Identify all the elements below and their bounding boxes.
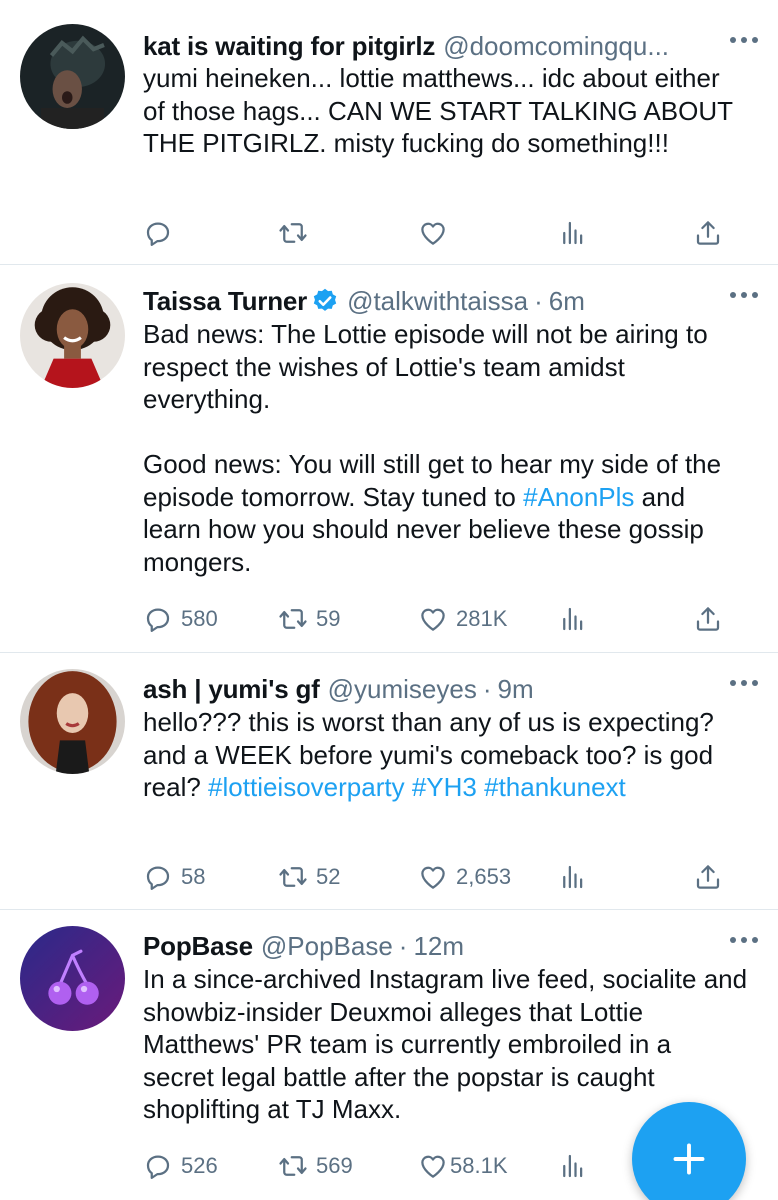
tweet-header: Taissa Turner @talkwithtaissa · 6m: [143, 283, 758, 319]
reply-button[interactable]: 526: [143, 1146, 218, 1186]
like-button[interactable]: [418, 213, 448, 253]
avatar[interactable]: [20, 24, 125, 129]
tweet-paragraph: Good news: You will still get to hear my…: [143, 448, 748, 578]
tweet-text: yumi heineken... lottie matthews... idc …: [143, 62, 748, 160]
stats-button[interactable]: [558, 599, 588, 639]
retweet-icon: [279, 223, 307, 243]
like-count: 281K: [456, 606, 508, 631]
reply-button[interactable]: [143, 213, 173, 253]
retweet-icon: [279, 867, 307, 887]
tweet-2[interactable]: Taissa Turner @talkwithtaissa · 6m Bad n…: [0, 265, 778, 653]
hashtag-link[interactable]: #AnonPls: [523, 482, 634, 512]
more-icon[interactable]: [730, 934, 758, 946]
tweet-header: ash | yumi's gf @yumiseyes · 9m: [143, 671, 758, 707]
stats-button[interactable]: [558, 857, 588, 897]
tweet-paragraph: Bad news: The Lottie episode will not be…: [143, 319, 708, 414]
heart-icon: [421, 222, 445, 245]
reply-icon: [146, 608, 170, 632]
popbase-logo: [20, 926, 125, 1031]
stats-icon: [563, 221, 583, 245]
display-name[interactable]: PopBase: [143, 931, 253, 962]
heart-icon: [421, 1155, 445, 1178]
heart-icon: [421, 608, 445, 631]
stats-icon: [563, 865, 583, 889]
retweet-count: 52: [316, 864, 341, 889]
reply-button[interactable]: 58: [143, 857, 205, 897]
retweet-button[interactable]: [278, 213, 308, 253]
user-handle[interactable]: @doomcomingqu...: [443, 31, 669, 62]
tweet-text-line: yumi heineken... lottie matthews... idc …: [143, 63, 733, 158]
dot-separator: ·: [534, 285, 543, 316]
like-count: 58.1K: [450, 1153, 508, 1178]
avatar-image: [20, 669, 125, 774]
retweet-count: 569: [316, 1153, 353, 1178]
stats-button[interactable]: [558, 213, 588, 253]
tweet-text: Bad news: The Lottie episode will not be…: [143, 318, 748, 578]
timestamp[interactable]: 12m: [413, 931, 464, 962]
timestamp[interactable]: 6m: [549, 286, 585, 317]
more-icon[interactable]: [730, 289, 758, 301]
tweet-text: hello??? this is worst than any of us is…: [143, 706, 748, 804]
tweet-1[interactable]: kat is waiting for pitgirlz @doomcomingq…: [0, 0, 778, 265]
more-icon[interactable]: [730, 677, 758, 689]
avatar[interactable]: [20, 669, 125, 774]
retweet-icon: [279, 1156, 307, 1176]
compose-plus-icon: [673, 1143, 705, 1175]
display-name[interactable]: Taissa Turner: [143, 286, 307, 317]
like-button[interactable]: 2,653: [418, 857, 511, 897]
retweet-icon: [279, 609, 307, 629]
stats-icon: [563, 1154, 583, 1178]
reply-icon: [146, 866, 170, 890]
share-button[interactable]: [693, 857, 723, 897]
share-button[interactable]: [693, 599, 723, 639]
reply-count: 58: [181, 864, 206, 889]
share-icon: [696, 607, 720, 631]
heart-icon: [421, 866, 445, 889]
retweet-button[interactable]: 59: [278, 599, 340, 639]
like-count: 2,653: [456, 864, 512, 889]
hashtag-link[interactable]: #thankunext: [484, 772, 626, 802]
verified-badge-icon: [313, 288, 337, 311]
tweet-header: kat is waiting for pitgirlz @doomcomingq…: [143, 28, 758, 64]
like-button[interactable]: 58.1K: [418, 1146, 508, 1186]
stats-icon: [563, 607, 583, 631]
share-icon: [696, 221, 720, 245]
like-button[interactable]: 281K: [418, 599, 507, 639]
retweet-button[interactable]: 52: [278, 857, 340, 897]
tweet-text: In a since-archived Instagram live feed,…: [143, 963, 748, 1126]
display-name[interactable]: kat is waiting for pitgirlz: [143, 31, 435, 62]
tweet-actions: [143, 213, 743, 253]
hashtag-link[interactable]: #YH3: [412, 772, 477, 802]
reply-count: 580: [181, 606, 218, 631]
reply-count: 526: [181, 1153, 218, 1178]
share-button[interactable]: [693, 213, 723, 253]
retweet-button[interactable]: 569: [278, 1146, 353, 1186]
timestamp[interactable]: 9m: [498, 674, 534, 705]
dot-separator: ·: [482, 673, 492, 704]
reply-icon: [146, 1155, 170, 1179]
reply-button[interactable]: 580: [143, 599, 218, 639]
avatar-image: [20, 24, 125, 129]
tweet-text-line: In a since-archived Instagram live feed,…: [143, 964, 748, 1124]
user-handle[interactable]: @PopBase: [261, 931, 393, 962]
hashtag-link[interactable]: #lottieisoverparty: [208, 772, 405, 802]
retweet-count: 59: [316, 606, 341, 631]
reply-icon: [146, 222, 170, 246]
tweet-header: PopBase @PopBase · 12m: [143, 928, 758, 964]
tweet-actions: 58 52 2,653: [143, 857, 743, 897]
avatar[interactable]: [20, 283, 125, 388]
dot-separator: ·: [398, 930, 408, 961]
share-icon: [696, 865, 720, 889]
stats-button[interactable]: [558, 1146, 588, 1186]
user-handle[interactable]: @talkwithtaissa: [347, 286, 528, 317]
display-name[interactable]: ash | yumi's gf: [143, 674, 320, 705]
tweet-actions: 580 59 281K: [143, 599, 743, 639]
tweet-3[interactable]: ash | yumi's gf @yumiseyes · 9m hello???…: [0, 653, 778, 910]
avatar[interactable]: [20, 926, 125, 1031]
user-handle[interactable]: @yumiseyes: [328, 674, 477, 705]
avatar-image: [20, 283, 125, 388]
more-icon[interactable]: [730, 34, 758, 46]
tweet-paragraph: hello??? this is worst than any of us is…: [143, 706, 748, 804]
